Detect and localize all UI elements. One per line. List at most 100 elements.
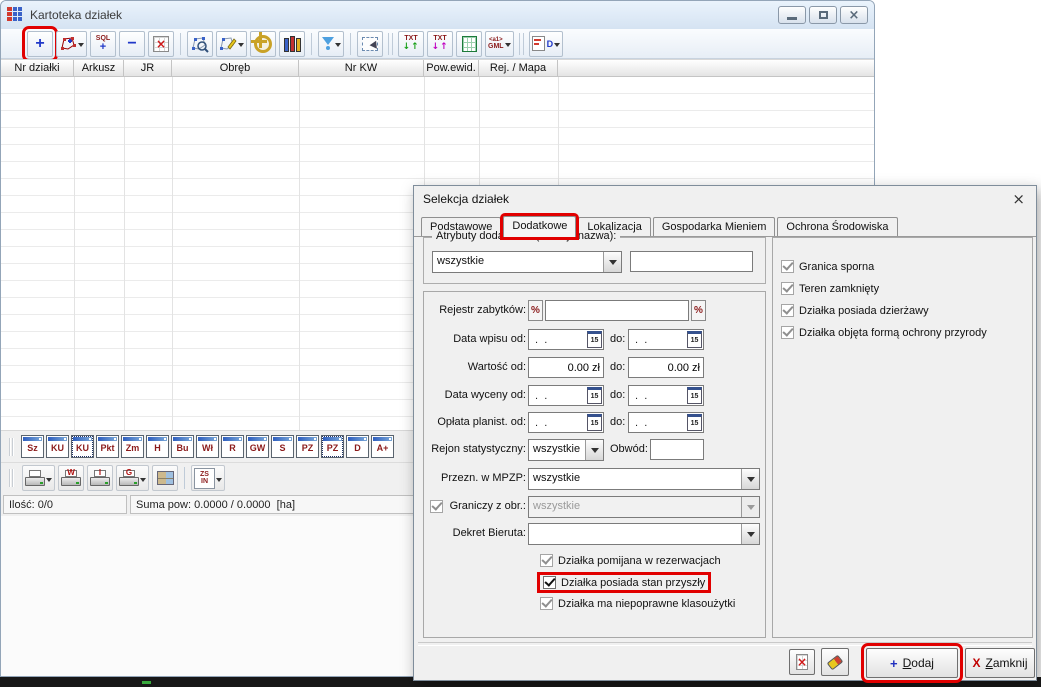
export-gml-button[interactable]: <a1> GML [485, 31, 514, 57]
clear-list-button[interactable]: × [148, 31, 174, 57]
graniczy-checkbox[interactable] [430, 500, 443, 513]
data-wyceny-od-field[interactable]: . . 15 [528, 385, 604, 406]
mpzp-combo[interactable]: wszystkie [528, 468, 760, 490]
attribute-name-input[interactable] [630, 251, 753, 272]
export-excel-button[interactable] [456, 31, 482, 57]
settings-button[interactable] [250, 31, 276, 57]
obwod-input[interactable] [650, 439, 704, 460]
export-grid-button[interactable]: × [789, 649, 815, 675]
polygon-magnifier-icon [191, 35, 209, 53]
check-icon [782, 259, 793, 270]
tab-gospodarka-mieniem[interactable]: Gospodarka Mieniem [653, 217, 776, 236]
browse-registry-button[interactable] [279, 31, 305, 57]
parcel-type-ku-button[interactable]: KU [46, 435, 69, 458]
parcel-type-gw-button[interactable]: GW [246, 435, 269, 458]
rejon-combo[interactable]: wszystkie [528, 439, 604, 461]
graniczy-combo[interactable]: wszystkie [528, 496, 760, 518]
oplata-do-field[interactable]: . . 15 [628, 412, 704, 433]
data-wpisu-od-field[interactable]: . . 15 [528, 329, 604, 350]
wartosc-od-input[interactable] [528, 357, 604, 378]
mini-window-icon [148, 437, 167, 441]
add-by-geometry-button[interactable] [56, 31, 87, 57]
stan-przyszly-checkbox[interactable] [543, 576, 556, 589]
print-button[interactable] [22, 465, 55, 491]
window-titlebar[interactable]: Kartoteka działek × [1, 1, 874, 29]
dzierzawy-checkbox[interactable] [781, 304, 794, 317]
parcel-type-aplus-button[interactable]: A+ [371, 435, 394, 458]
dodaj-button[interactable]: + Dodaj [866, 648, 958, 678]
export-txt-button[interactable]: TXT ↓↑ [398, 31, 424, 57]
klasouzytki-checkbox[interactable] [540, 597, 553, 610]
zamknij-button[interactable]: X Zamknij [965, 648, 1035, 678]
parcel-type-d-button[interactable]: D [346, 435, 369, 458]
zoom-to-parcel-button[interactable] [187, 31, 213, 57]
parcel-type-ku2-button[interactable]: KU [71, 435, 94, 458]
attribute-type-combo[interactable]: wszystkie [432, 251, 622, 273]
wartosc-do-input[interactable] [628, 357, 704, 378]
add-parcel-button[interactable]: + [27, 31, 53, 57]
clear-filters-button[interactable] [821, 648, 849, 676]
percent-right-button[interactable]: % [691, 300, 706, 321]
parcel-type-h-button[interactable]: H [146, 435, 169, 458]
map-preview-button[interactable] [152, 465, 178, 491]
parcel-type-zm-button[interactable]: Zm [121, 435, 144, 458]
calendar-icon[interactable]: 15 [687, 331, 702, 348]
check-ochrona-przyrody: Działka objęta formą ochrony przyrody [781, 326, 987, 339]
remove-parcel-button[interactable]: − [119, 31, 145, 57]
dialog-separator [418, 642, 1032, 646]
percent-left-button[interactable]: % [528, 300, 543, 321]
column-header-pow-ewid[interactable]: Pow.ewid. [424, 60, 479, 76]
parcel-type-r-button[interactable]: R [221, 435, 244, 458]
parcel-type-sz-button[interactable]: Sz [21, 435, 44, 458]
column-header-rej-mapa[interactable]: Rej. / Mapa [479, 60, 558, 76]
column-header-jr[interactable]: JR [124, 60, 172, 76]
report-zd-button[interactable]: D [529, 31, 564, 57]
calendar-icon[interactable]: 15 [587, 387, 602, 404]
zsin-button[interactable]: ZSIN [191, 465, 225, 491]
teren-zamkniety-checkbox[interactable] [781, 282, 794, 295]
dialog-titlebar[interactable]: Selekcja działek × [414, 186, 1036, 212]
column-header-nr-dzialki[interactable]: Nr działki [1, 60, 74, 76]
parcel-type-wl-button[interactable]: Wł [196, 435, 219, 458]
check-teren-zamkniety: Teren zamknięty [781, 282, 879, 295]
dekret-combo[interactable] [528, 523, 760, 545]
edit-geometry-button[interactable] [216, 31, 247, 57]
print-i-button[interactable]: I [87, 465, 113, 491]
maximize-button[interactable] [809, 6, 837, 24]
parcel-type-pz-button[interactable]: PZ [296, 435, 319, 458]
calendar-icon[interactable]: 15 [587, 331, 602, 348]
column-header-arkusz[interactable]: Arkusz [74, 60, 124, 76]
dialog-close-button[interactable]: × [1010, 192, 1027, 207]
calendar-icon[interactable]: 15 [587, 414, 602, 431]
select-area-button[interactable] [357, 31, 383, 57]
data-wyceny-do-field[interactable]: . . 15 [628, 385, 704, 406]
column-header-obreb[interactable]: Obręb [172, 60, 299, 76]
data-wpisu-do-field[interactable]: . . 15 [628, 329, 704, 350]
tab-dodatkowe[interactable]: Dodatkowe [503, 216, 576, 237]
calendar-icon[interactable]: 15 [687, 414, 702, 431]
row-wartosc: Wartość od: do: [424, 357, 765, 379]
dodaj-label: Dodaj [903, 656, 934, 670]
print-w-button[interactable]: W [58, 465, 84, 491]
calendar-icon[interactable]: 15 [687, 387, 702, 404]
rejestr-zabytkow-input[interactable] [545, 300, 689, 321]
minimize-button[interactable] [778, 6, 806, 24]
import-txt-button[interactable]: TXT ↓↑ [427, 31, 453, 57]
close-button[interactable]: × [840, 6, 868, 24]
column-header-nr-kw[interactable]: Nr KW [299, 60, 424, 76]
parcel-type-bu-button[interactable]: Bu [171, 435, 194, 458]
parcel-type-pz2-button[interactable]: PZ [321, 435, 344, 458]
toolbar-grip[interactable] [9, 438, 14, 456]
pomijana-checkbox[interactable] [540, 554, 553, 567]
sql-add-button[interactable]: SQL + [90, 31, 116, 57]
move-down-button[interactable] [318, 31, 344, 57]
tab-ochrona-srodowiska[interactable]: Ochrona Środowiska [777, 217, 897, 236]
print-g-button[interactable]: G [116, 465, 149, 491]
parcel-type-s-button[interactable]: S [271, 435, 294, 458]
parcel-type-pkt-button[interactable]: Pkt [96, 435, 119, 458]
granica-sporna-checkbox[interactable] [781, 260, 794, 273]
toolbar-grip[interactable] [9, 469, 14, 487]
oplata-od-field[interactable]: . . 15 [528, 412, 604, 433]
ochrona-przyrody-checkbox[interactable] [781, 326, 794, 339]
check-icon [782, 303, 793, 314]
